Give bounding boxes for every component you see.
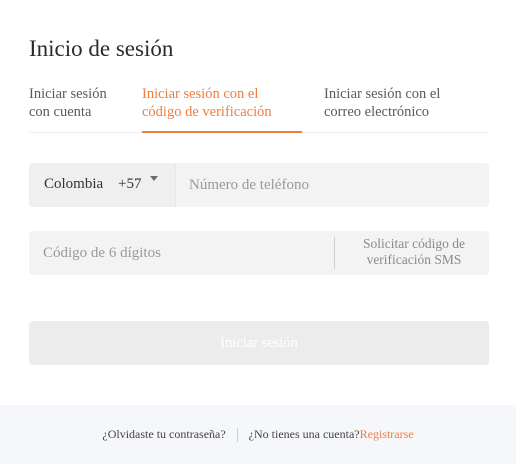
login-button[interactable]: Iniciar sesión [29,321,489,365]
tab-account-login[interactable]: Iniciar sesión con cuenta [29,85,129,133]
divider [236,428,238,443]
tab-label-line1: Iniciar sesión con el [324,86,441,102]
register-link[interactable]: Registrarse [360,427,414,441]
tab-label-line2: con cuenta [29,104,92,120]
tab-label-line1: Iniciar sesión [29,86,107,102]
footer: ¿Olvidaste tu contraseña? ¿No tienes una … [0,405,516,464]
phone-field-row: Colombia +57 [29,163,489,207]
tab-verification-code-login[interactable]: Iniciar sesión con el código de verifica… [142,85,302,133]
login-method-tabs: Iniciar sesión con cuenta Iniciar sesión… [29,85,489,133]
tab-label-line2: código de verificación [142,104,272,120]
tab-label-line2: correo electrónico [324,104,430,120]
forgot-password-link[interactable]: ¿Olvidaste tu contraseña? [102,427,225,441]
tab-label-line1: Iniciar sesión con el [142,86,259,102]
send-code-label-line2: verificación SMS [366,252,462,267]
no-account-text: ¿No tienes una cuenta? [248,427,360,441]
footer-links: ¿Olvidaste tu contraseña? ¿No tienes una … [0,405,516,464]
login-dialog: Inicio de sesión Iniciar sesión con cuen… [0,0,516,464]
send-code-label-line1: Solicitar código de [363,236,465,251]
divider [334,237,335,269]
caret-down-icon [150,176,158,181]
phone-number-input[interactable] [189,163,479,207]
request-sms-code-button[interactable]: Solicitar código de verificación SMS [344,236,484,268]
tab-email-login[interactable]: Iniciar sesión con el correo electrónico [324,85,474,133]
country-dial-code: +57 [118,176,142,192]
divider [175,163,176,207]
country-name: Colombia [44,176,104,192]
code-field-row: Solicitar código de verificación SMS [29,231,489,275]
verification-code-input[interactable] [43,231,333,275]
country-code-select[interactable]: Colombia +57 [29,163,175,207]
page-title: Inicio de sesión [29,36,174,61]
